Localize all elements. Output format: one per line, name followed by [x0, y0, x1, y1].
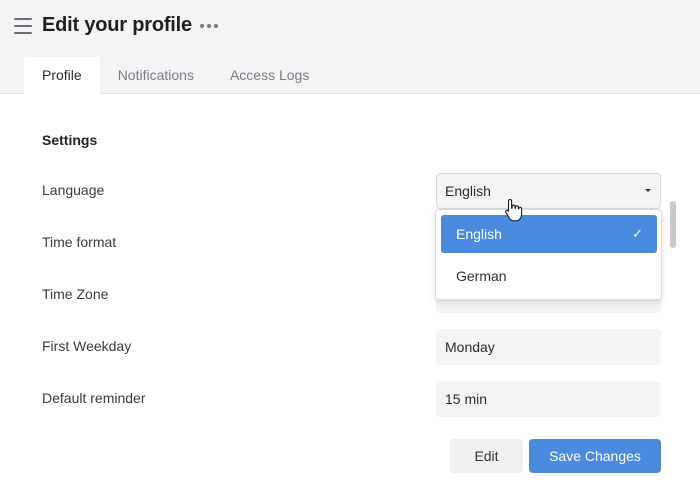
dropdown-option-english[interactable]: English ✓	[441, 215, 657, 253]
language-label: Language	[42, 182, 105, 198]
language-select-value: English	[445, 183, 491, 199]
menu-icon[interactable]	[14, 18, 32, 34]
check-icon: ✓	[632, 226, 643, 241]
time-format-label: Time format	[42, 234, 117, 250]
caret-down-icon	[645, 189, 651, 192]
scrollbar-thumb[interactable]	[670, 201, 676, 248]
dropdown-option-german[interactable]: German	[441, 257, 657, 295]
default-reminder-label: Default reminder	[42, 390, 146, 406]
page-title: Edit your profile	[42, 14, 192, 36]
tab-bar: Profile Notifications Access Logs	[24, 57, 327, 94]
section-title: Settings	[42, 132, 98, 148]
page-header: Edit your profile Profile Notifications …	[0, 0, 700, 94]
hand-cursor-icon	[505, 198, 523, 222]
default-reminder-field[interactable]: 15 min	[436, 381, 661, 417]
dropdown-option-label: German	[456, 268, 507, 284]
tab-profile[interactable]: Profile	[24, 57, 100, 94]
time-zone-label: Time Zone	[42, 286, 109, 302]
more-icon[interactable]	[200, 18, 218, 34]
first-weekday-label: First Weekday	[42, 338, 132, 354]
tab-notifications[interactable]: Notifications	[100, 57, 212, 94]
dropdown-option-label: English	[456, 226, 502, 242]
first-weekday-field[interactable]: Monday	[436, 329, 661, 365]
edit-button[interactable]: Edit	[450, 439, 523, 473]
language-select[interactable]: English	[436, 173, 661, 209]
language-dropdown: English ✓ German	[435, 209, 662, 300]
tab-access-logs[interactable]: Access Logs	[212, 57, 327, 94]
save-changes-button[interactable]: Save Changes	[529, 439, 661, 473]
